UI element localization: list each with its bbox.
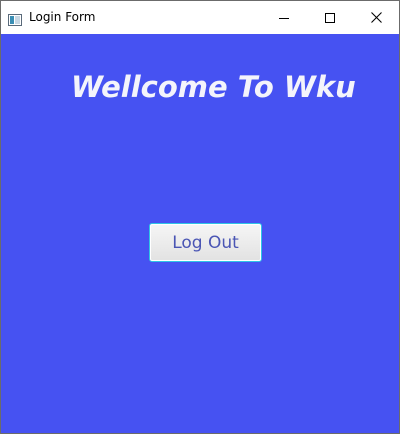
close-button[interactable] <box>353 1 399 34</box>
window-title: Login Form <box>29 10 96 24</box>
java-app-icon <box>8 11 22 26</box>
main-panel: Wellcome To Wku Log Out <box>1 34 399 433</box>
maximize-button[interactable] <box>307 1 353 34</box>
logout-button[interactable]: Log Out <box>149 223 262 262</box>
welcome-heading: Wellcome To Wku <box>71 70 356 104</box>
close-icon <box>370 8 382 27</box>
minimize-icon <box>279 8 289 27</box>
title-bar[interactable]: Login Form <box>1 1 399 34</box>
minimize-button[interactable] <box>261 1 307 34</box>
app-window: Login Form Wellcome To Wku Log Out <box>0 0 400 434</box>
maximize-icon <box>325 8 335 27</box>
